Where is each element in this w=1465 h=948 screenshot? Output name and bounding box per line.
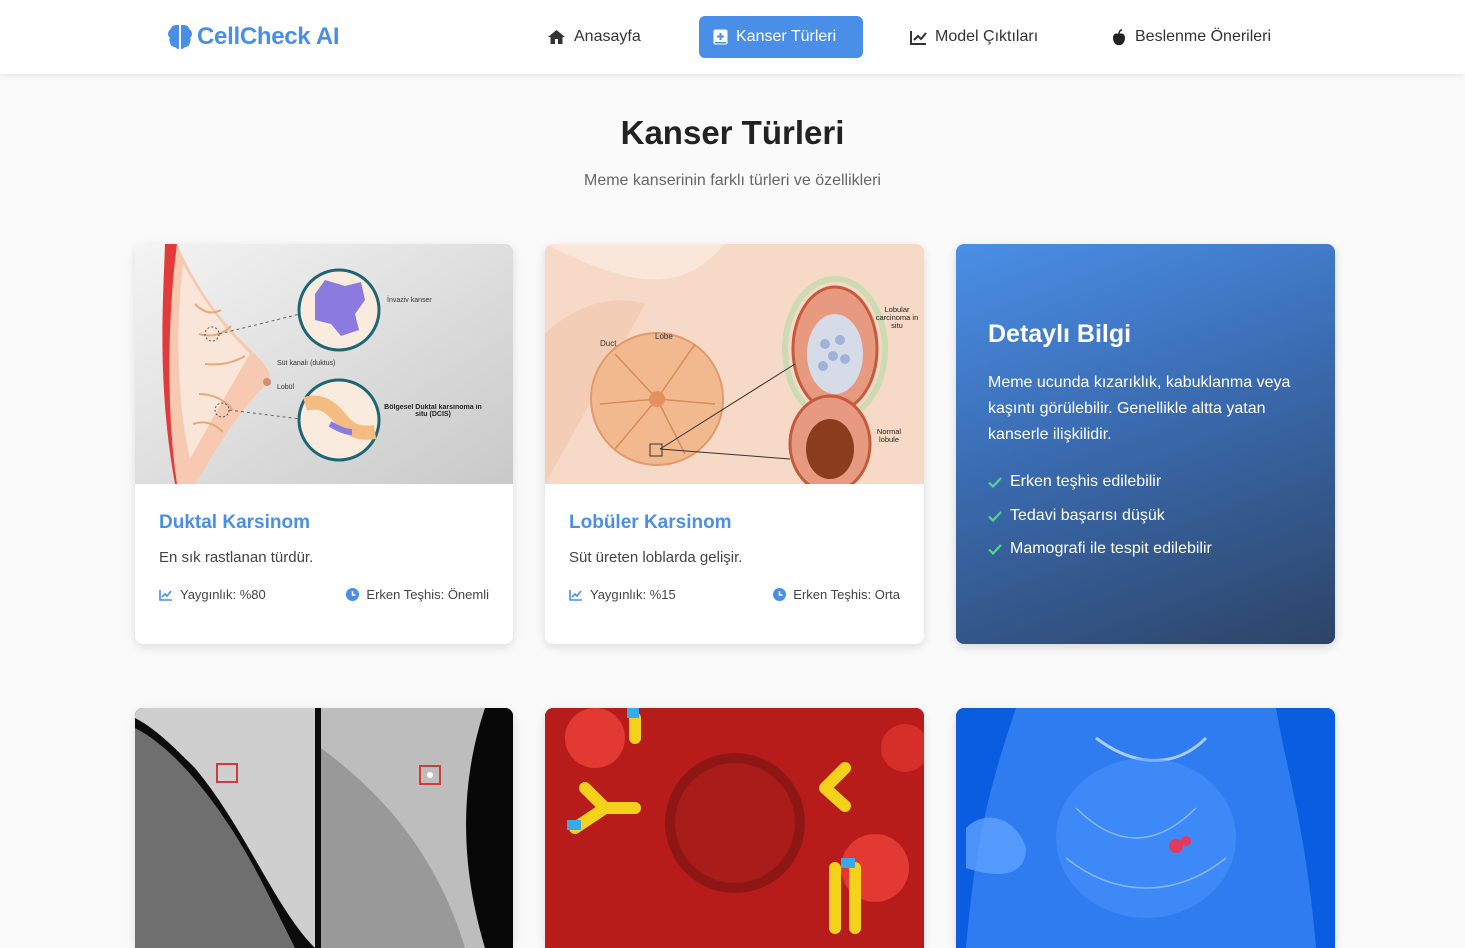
plus-book-icon bbox=[713, 29, 728, 45]
label-lcis: Lobular carcinoma in situ bbox=[875, 306, 919, 330]
card-mammogram[interactable] bbox=[135, 708, 513, 948]
check-icon bbox=[988, 510, 1002, 522]
page-subtitle: Meme kanserinin farklı türleri ve özelli… bbox=[584, 172, 881, 189]
info-item: Tedavi başarısı düşük bbox=[988, 507, 1165, 525]
nav-cancer-types[interactable]: Kanser Türleri bbox=[699, 16, 863, 58]
info-item-label: Erken teşhis edilebilir bbox=[1010, 473, 1162, 490]
nav-home-label: Anasayfa bbox=[574, 28, 641, 45]
early-diagnosis-text: Erken Teşhis: Önemli bbox=[366, 587, 489, 602]
nav-cancer-types-label: Kanser Türleri bbox=[736, 28, 837, 45]
prevalence-meta: Yaygınlık: %80 bbox=[159, 587, 266, 602]
nav-nutrition[interactable]: Beslenme Önerileri bbox=[1097, 16, 1285, 58]
label-normal: Normal lobule bbox=[876, 428, 902, 444]
clock-icon bbox=[346, 588, 360, 601]
nav-model-outputs-label: Model Çıktıları bbox=[935, 28, 1039, 45]
card-title: Lobüler Karsinom bbox=[569, 512, 732, 533]
chart-line-icon bbox=[569, 589, 582, 601]
prevalence-text: Yaygınlık: %15 bbox=[590, 587, 676, 602]
label-dcis: Bölgesel Duktal karsinoma in situ (DCIS) bbox=[384, 404, 482, 418]
prevalence-text: Yaygınlık: %80 bbox=[180, 587, 266, 602]
page-title: Kanser Türleri bbox=[620, 114, 845, 151]
brand-name: CellCheck AI bbox=[197, 23, 340, 50]
chart-line-icon bbox=[159, 589, 172, 601]
label-lobe: Lobe bbox=[655, 332, 673, 341]
navbar: CellCheck AI Anasayfa Kanser Türleri Mod… bbox=[0, 0, 1465, 74]
info-item: Mamografi ile tespit edilebilir bbox=[988, 540, 1212, 558]
early-diagnosis-meta: Erken Teşhis: Orta bbox=[773, 587, 900, 602]
apple-icon bbox=[1113, 28, 1125, 45]
check-icon bbox=[988, 543, 1002, 555]
card-immunotherapy[interactable] bbox=[545, 708, 924, 948]
cancer-cell-image bbox=[545, 708, 924, 948]
nav-home[interactable]: Anasayfa bbox=[533, 16, 655, 58]
card-title: Duktal Karsinom bbox=[159, 512, 310, 533]
ductal-illustration: İnvaziv kanser Süt kanalı (duktus) Lobül… bbox=[135, 244, 513, 484]
home-icon bbox=[548, 30, 565, 44]
info-text: Meme ucunda kızarıklık, kabuklanma veya … bbox=[988, 374, 1291, 443]
label-invasive: İnvaziv kanser bbox=[387, 295, 432, 304]
chart-line-icon bbox=[910, 30, 927, 45]
nav-model-outputs[interactable]: Model Çıktıları bbox=[896, 16, 1052, 58]
nav-nutrition-label: Beslenme Önerileri bbox=[1135, 28, 1272, 45]
early-diagnosis-text: Erken Teşhis: Orta bbox=[793, 587, 900, 602]
anatomy-image bbox=[956, 708, 1335, 948]
card-description: Süt üreten loblarda gelişir. bbox=[569, 549, 743, 566]
label-duct: Süt kanalı (duktus) bbox=[277, 360, 335, 367]
lobular-illustration: Duct Lobe Lobular carcinoma in situ Norm… bbox=[545, 244, 924, 484]
info-title: Detaylı Bilgi bbox=[988, 320, 1132, 348]
card-lobular-carcinoma[interactable]: Duct Lobe Lobular carcinoma in situ Norm… bbox=[545, 244, 924, 644]
info-item: Erken teşhis edilebilir bbox=[988, 473, 1161, 491]
clock-icon bbox=[773, 588, 787, 601]
check-icon bbox=[988, 476, 1002, 488]
detail-info-card: Detaylı Bilgi Meme ucunda kızarıklık, ka… bbox=[956, 244, 1335, 644]
label-duct: Duct bbox=[600, 339, 617, 348]
info-item-label: Tedavi başarısı düşük bbox=[1010, 507, 1165, 524]
label-lobule: Lobül bbox=[277, 384, 295, 391]
early-diagnosis-meta: Erken Teşhis: Önemli bbox=[346, 587, 489, 602]
brain-icon bbox=[168, 25, 192, 49]
card-description: En sık rastlanan türdür. bbox=[159, 549, 314, 566]
brand-logo[interactable]: CellCheck AI bbox=[165, 20, 340, 54]
prevalence-meta: Yaygınlık: %15 bbox=[569, 587, 676, 602]
info-item-label: Mamografi ile tespit edilebilir bbox=[1010, 540, 1212, 557]
card-anatomy[interactable] bbox=[956, 708, 1335, 948]
card-ductal-carcinoma[interactable]: İnvaziv kanser Süt kanalı (duktus) Lobül… bbox=[135, 244, 513, 644]
mammogram-image bbox=[135, 708, 513, 948]
